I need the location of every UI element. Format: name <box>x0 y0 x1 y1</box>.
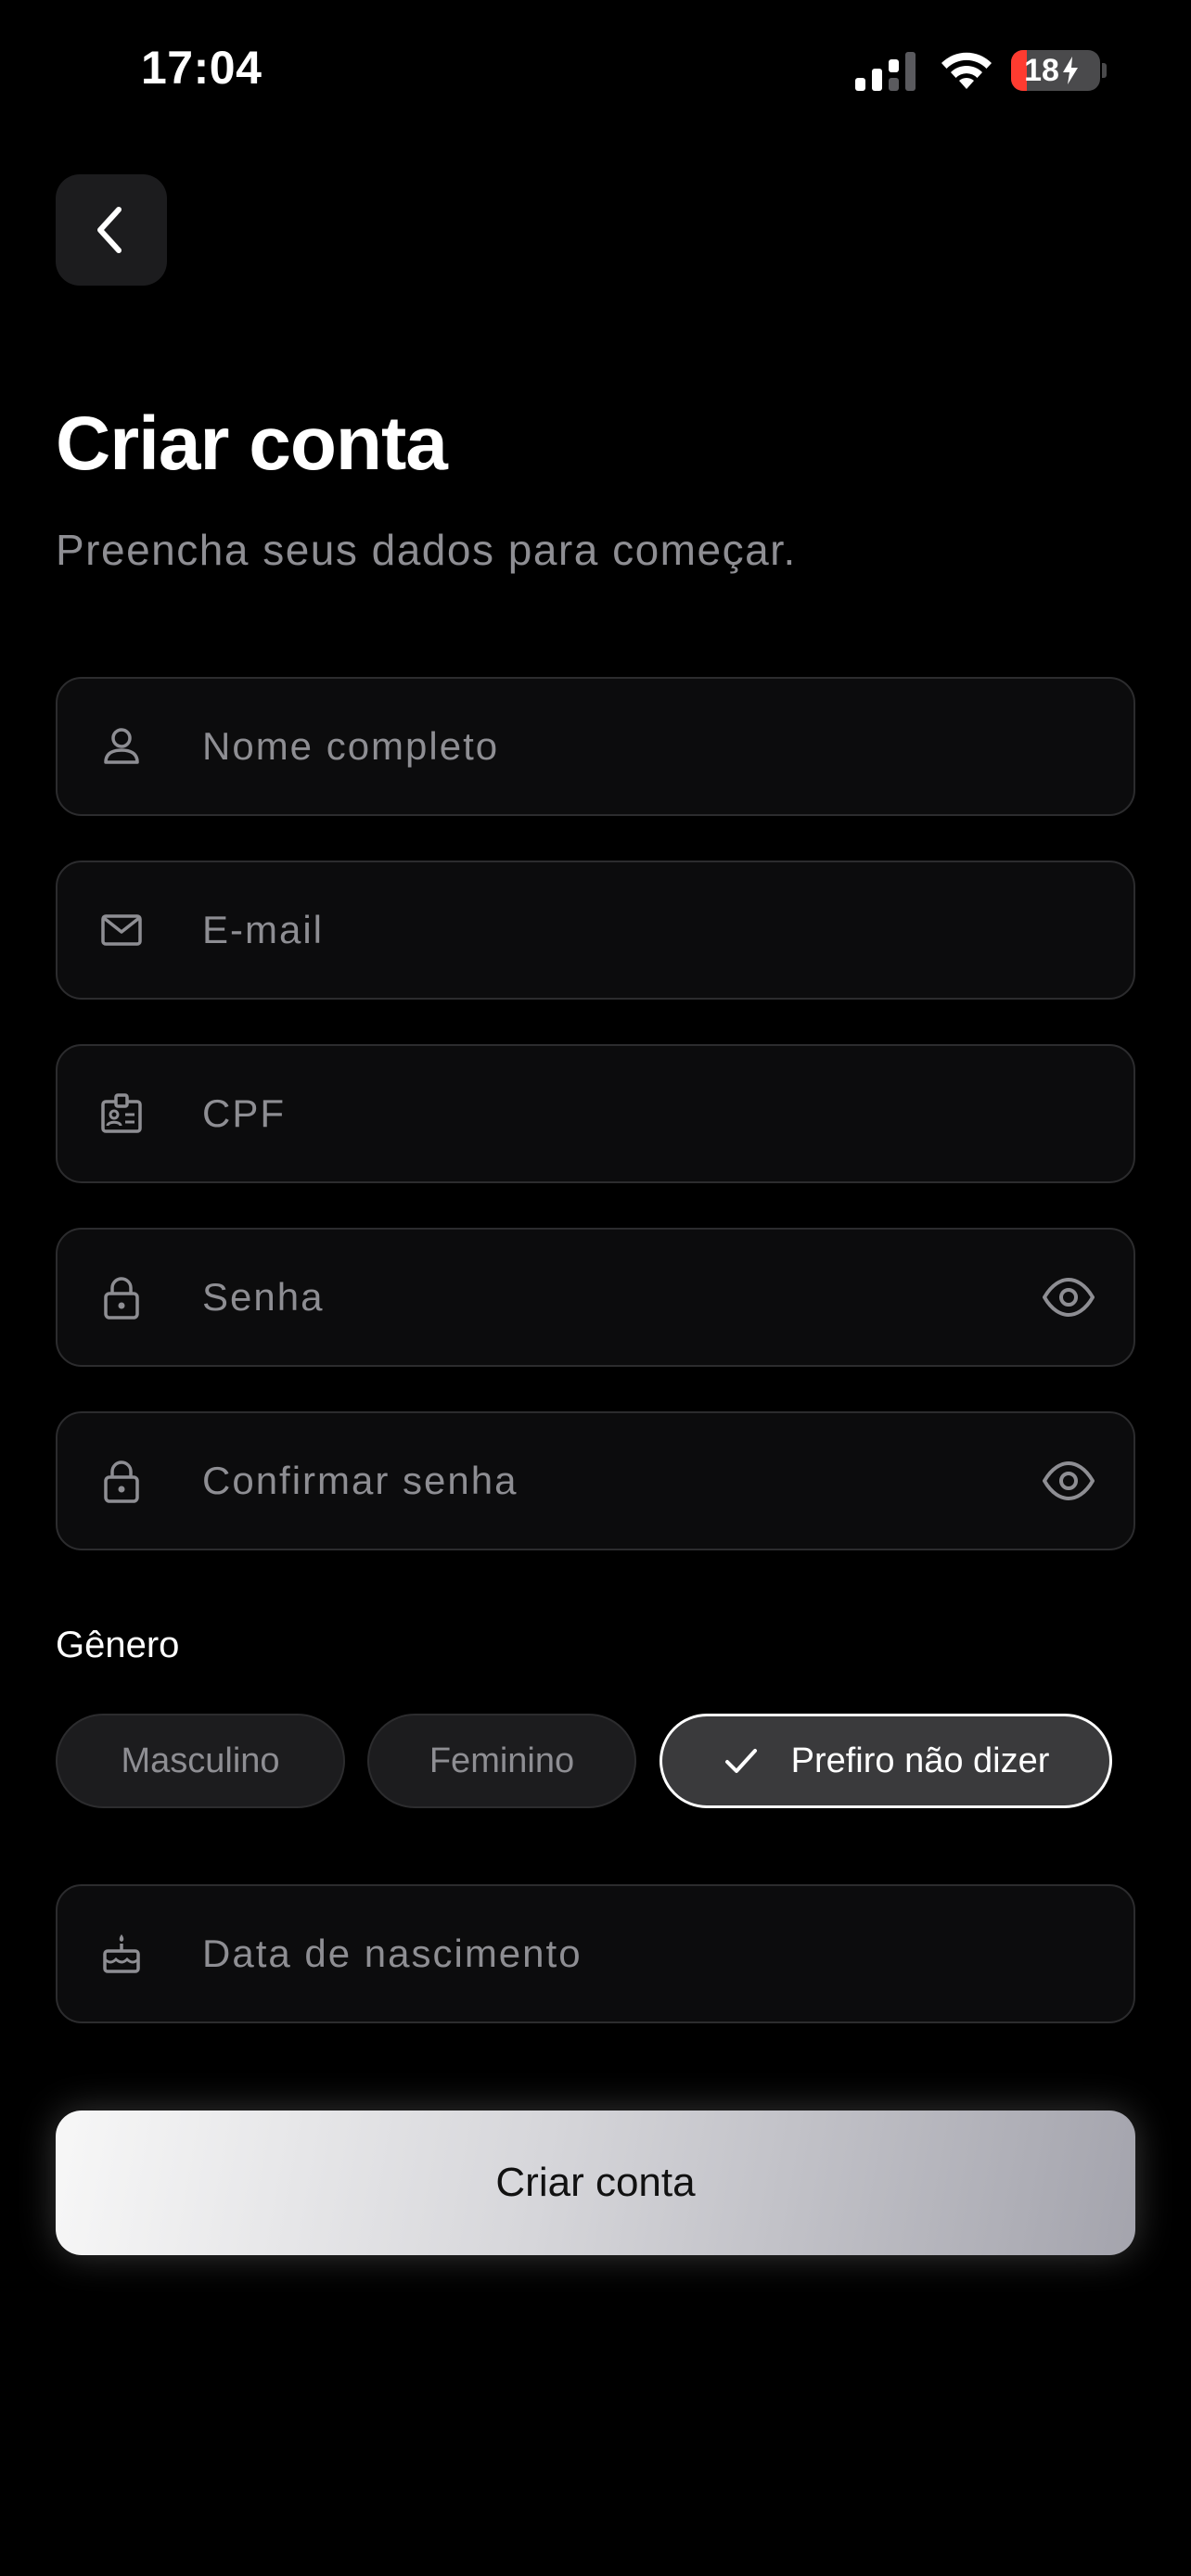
battery-cap <box>1102 63 1107 78</box>
cake-icon <box>103 1934 140 1973</box>
full-name-input[interactable] <box>202 679 1013 814</box>
page-subtitle: Preencha seus dados para começar. <box>56 526 797 574</box>
full-name-field[interactable] <box>56 677 1135 816</box>
gender-option-label: Masculino <box>121 1741 280 1780</box>
page-title: Criar conta <box>56 402 448 486</box>
cpf-input[interactable] <box>202 1046 1013 1181</box>
cpf-field[interactable] <box>56 1044 1135 1183</box>
birth-date-input[interactable] <box>202 1886 1013 2021</box>
back-button[interactable] <box>56 174 167 286</box>
gender-option-feminino[interactable]: Feminino <box>367 1714 636 1808</box>
lock-icon <box>104 1460 139 1503</box>
status-time: 17:04 <box>141 42 263 94</box>
create-account-button[interactable]: Criar conta <box>56 2111 1135 2255</box>
password-field[interactable] <box>56 1228 1135 1367</box>
confirm-password-input[interactable] <box>202 1413 1013 1549</box>
eye-icon[interactable] <box>1041 1453 1096 1509</box>
birth-date-field[interactable] <box>56 1884 1135 2023</box>
email-field[interactable] <box>56 861 1135 1000</box>
password-input[interactable] <box>202 1230 1013 1365</box>
gender-option-label: Feminino <box>429 1741 575 1780</box>
battery-indicator: 18 <box>1011 50 1100 91</box>
chevron-left-icon <box>97 207 122 253</box>
signup-screen: 17:04 18 Criar conta Preencha seus dados… <box>0 0 1191 2576</box>
mail-icon <box>101 914 142 946</box>
id-card-icon <box>101 1093 142 1133</box>
gender-label: Gênero <box>56 1625 180 1665</box>
email-input[interactable] <box>202 862 1013 998</box>
lock-icon <box>104 1277 139 1320</box>
cellular-signal-icon <box>855 52 916 91</box>
check-icon <box>724 1749 757 1773</box>
gender-option-masculino[interactable]: Masculino <box>56 1714 345 1808</box>
user-icon <box>104 728 139 764</box>
gender-option-prefiro-nao-dizer[interactable]: Prefiro não dizer <box>660 1714 1112 1808</box>
wifi-icon <box>941 52 992 89</box>
eye-icon[interactable] <box>1041 1269 1096 1325</box>
confirm-password-field[interactable] <box>56 1411 1135 1550</box>
charging-bolt-icon <box>1062 57 1078 84</box>
gender-option-label: Prefiro não dizer <box>790 1741 1050 1780</box>
battery-percentage: 18 <box>1024 52 1059 88</box>
